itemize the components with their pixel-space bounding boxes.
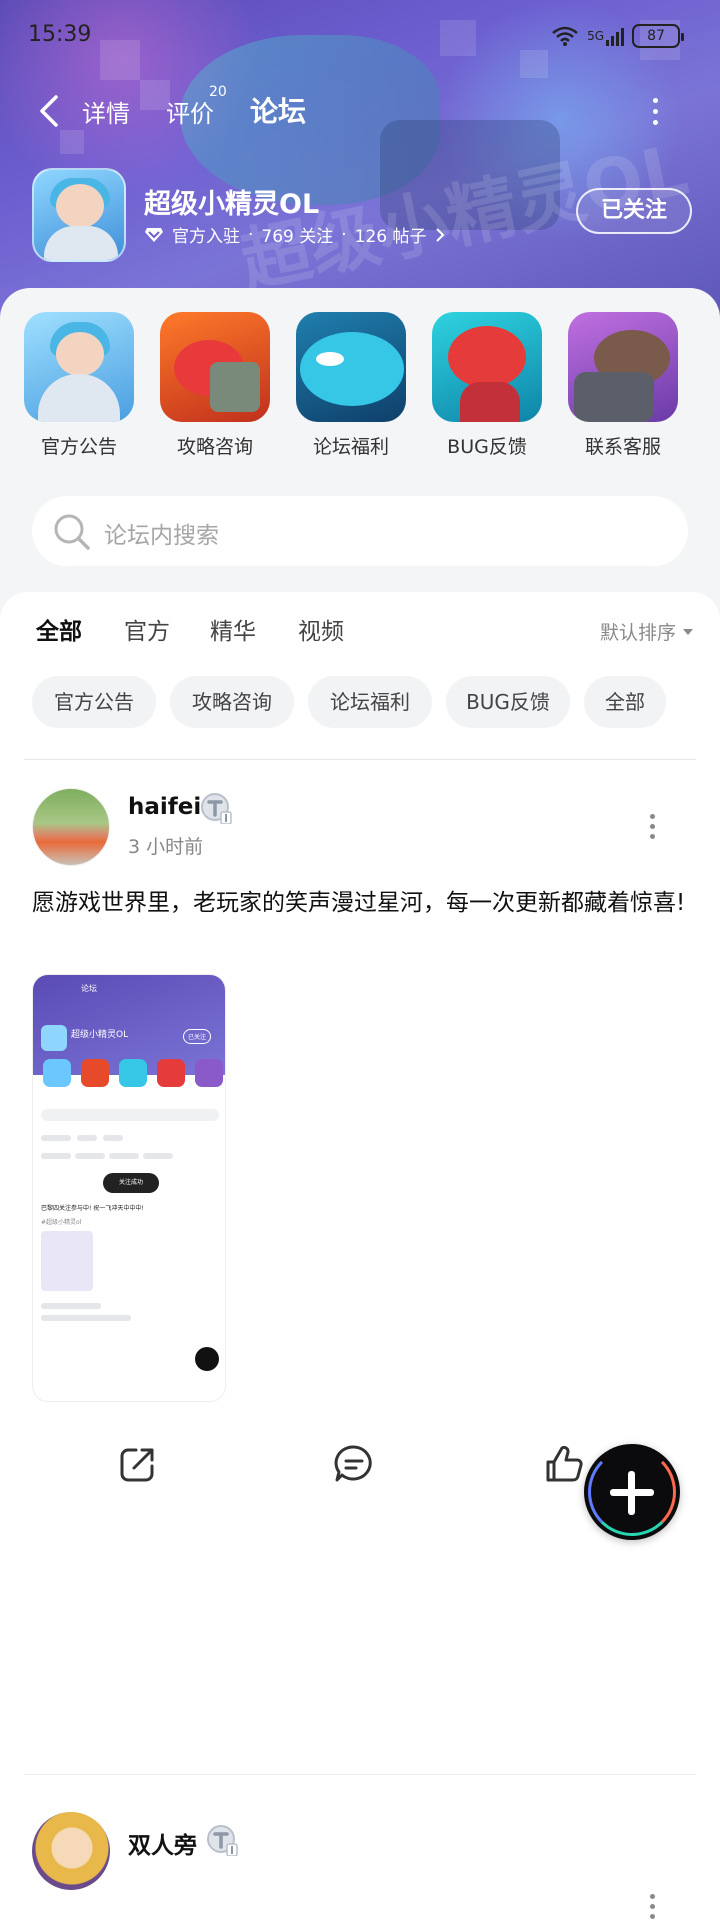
post-username[interactable]: haifei (128, 794, 201, 820)
search-icon (54, 514, 90, 550)
avatar[interactable] (32, 788, 110, 866)
forum-shortcuts: 官方公告 攻略咨询 论坛福利 BUG反馈 联系客服 (24, 312, 696, 458)
sort-label: 默认排序 (599, 622, 676, 644)
back-icon[interactable] (36, 94, 62, 128)
signal-icon (606, 26, 624, 46)
shortcut-bug-report[interactable]: BUG反馈 (432, 312, 542, 459)
caret-down-icon (683, 628, 693, 635)
post-image[interactable]: 论坛 超级小精灵OL 已关注 关注成功 巴黎四关注参与中! 祝一飞冲天中中中! … (32, 974, 226, 1402)
divider (24, 1774, 696, 1775)
comment-icon[interactable] (332, 1442, 376, 1486)
status-time: 15:39 (28, 22, 92, 47)
post-more-icon[interactable] (650, 814, 658, 840)
tab-details[interactable]: 详情 (82, 94, 130, 129)
post-username[interactable]: 双人旁 (128, 1826, 197, 1860)
thumbnail-toast: 关注成功 (103, 1173, 159, 1193)
thumbnail-fab (195, 1347, 219, 1371)
thumbnail-toast-label: 关注成功 (118, 1179, 143, 1186)
thumbnail-title: 超级小精灵OL (71, 1030, 129, 1040)
status-bar: 15:39 5G 87 (28, 22, 684, 54)
level-badge-icon (207, 1825, 238, 1856)
chip-announcements[interactable]: 官方公告 (32, 676, 156, 728)
post-text[interactable]: 愿游戏世界里，老玩家的笑声漫过星河，每一次更新都藏着惊喜! (32, 884, 688, 922)
thumbnail-tab-label: 论坛 (81, 984, 97, 993)
sort-dropdown[interactable]: 默认排序 (600, 618, 694, 645)
post-more-icon[interactable] (650, 1894, 658, 1920)
chevron-right-icon (435, 227, 444, 242)
forum-search[interactable]: 论坛内搜索 (32, 496, 688, 566)
posts-count[interactable]: 126 帖子 (355, 222, 427, 247)
header-banner: 超级小精灵OL 15:39 5G 87 详情 评价 20 论坛 超级小精灵OL (0, 0, 720, 320)
feed-tab-featured[interactable]: 精华 (210, 612, 256, 646)
official-label: 官方入驻 (172, 227, 240, 247)
announcements-icon (24, 312, 134, 422)
thumbnail-post-text: 巴黎四关注参与中! 祝一飞冲天中中中! (41, 1205, 144, 1212)
top-nav: 详情 评价 20 论坛 (0, 84, 720, 138)
level-badge-icon (201, 793, 232, 824)
shortcut-label: BUG反馈 (447, 436, 527, 458)
chip-guides[interactable]: 攻略咨询 (170, 676, 294, 728)
feed-tab-official[interactable]: 官方 (124, 612, 170, 646)
wifi-icon (552, 26, 578, 46)
followers-count: 769 关注 (261, 227, 334, 247)
reviews-count-badge: 20 (209, 84, 227, 100)
shortcut-welfare[interactable]: 论坛福利 (296, 312, 406, 459)
thumbnail-tag: #超级小精灵ol (41, 1219, 82, 1226)
tab-reviews[interactable]: 评价 (166, 94, 214, 129)
shortcut-label: 论坛福利 (312, 436, 389, 458)
tab-forum[interactable]: 论坛 (247, 90, 309, 130)
feed-tab-all[interactable]: 全部 (36, 612, 82, 646)
follow-button[interactable]: 已关注 (576, 188, 692, 234)
game-header: 超级小精灵OL 官方入驻 · 769 关注 · 126 帖子 已关注 (32, 168, 692, 264)
post-timestamp: 3 小时前 (128, 836, 204, 858)
game-meta: 官方入驻 · 769 关注 · 126 帖子 (144, 222, 445, 247)
forum-sheet: 官方公告 攻略咨询 论坛福利 BUG反馈 联系客服 论坛内搜索 全部 官方 精华… (0, 288, 720, 1919)
divider (24, 759, 696, 760)
shortcut-label: 联系客服 (584, 436, 661, 458)
diamond-icon (145, 227, 163, 242)
post-card[interactable]: 双人旁 (32, 1812, 688, 1919)
shortcut-announcements[interactable]: 官方公告 (24, 312, 134, 459)
shortcut-guides[interactable]: 攻略咨询 (160, 312, 270, 459)
bug-report-icon (432, 312, 542, 422)
feed-tab-video[interactable]: 视频 (298, 612, 344, 646)
avatar[interactable] (32, 1812, 110, 1890)
share-icon[interactable] (116, 1442, 160, 1486)
network-label: 5G (587, 29, 604, 43)
category-chips: 官方公告 攻略咨询 论坛福利 BUG反馈 全部 (32, 676, 692, 728)
create-post-button[interactable] (584, 1444, 680, 1540)
chip-all[interactable]: 全部 (584, 676, 666, 728)
thumbnail-shortcuts (39, 1059, 223, 1087)
shortcut-label: 攻略咨询 (176, 436, 253, 458)
guides-icon (160, 312, 270, 422)
like-icon[interactable] (542, 1442, 586, 1486)
shortcut-customer-service[interactable]: 联系客服 (568, 312, 678, 459)
thumbnail-follow-label: 已关注 (183, 1029, 212, 1044)
more-options-icon[interactable] (652, 98, 660, 125)
chip-bug-report[interactable]: BUG反馈 (446, 676, 570, 728)
customer-service-icon (568, 312, 678, 422)
chip-welfare[interactable]: 论坛福利 (308, 676, 432, 728)
game-icon[interactable] (32, 168, 126, 262)
search-placeholder: 论坛内搜索 (104, 523, 219, 549)
shortcut-label: 官方公告 (40, 436, 117, 458)
battery-icon: 87 (632, 24, 684, 48)
game-title: 超级小精灵OL (144, 189, 320, 220)
welfare-icon (296, 312, 406, 422)
